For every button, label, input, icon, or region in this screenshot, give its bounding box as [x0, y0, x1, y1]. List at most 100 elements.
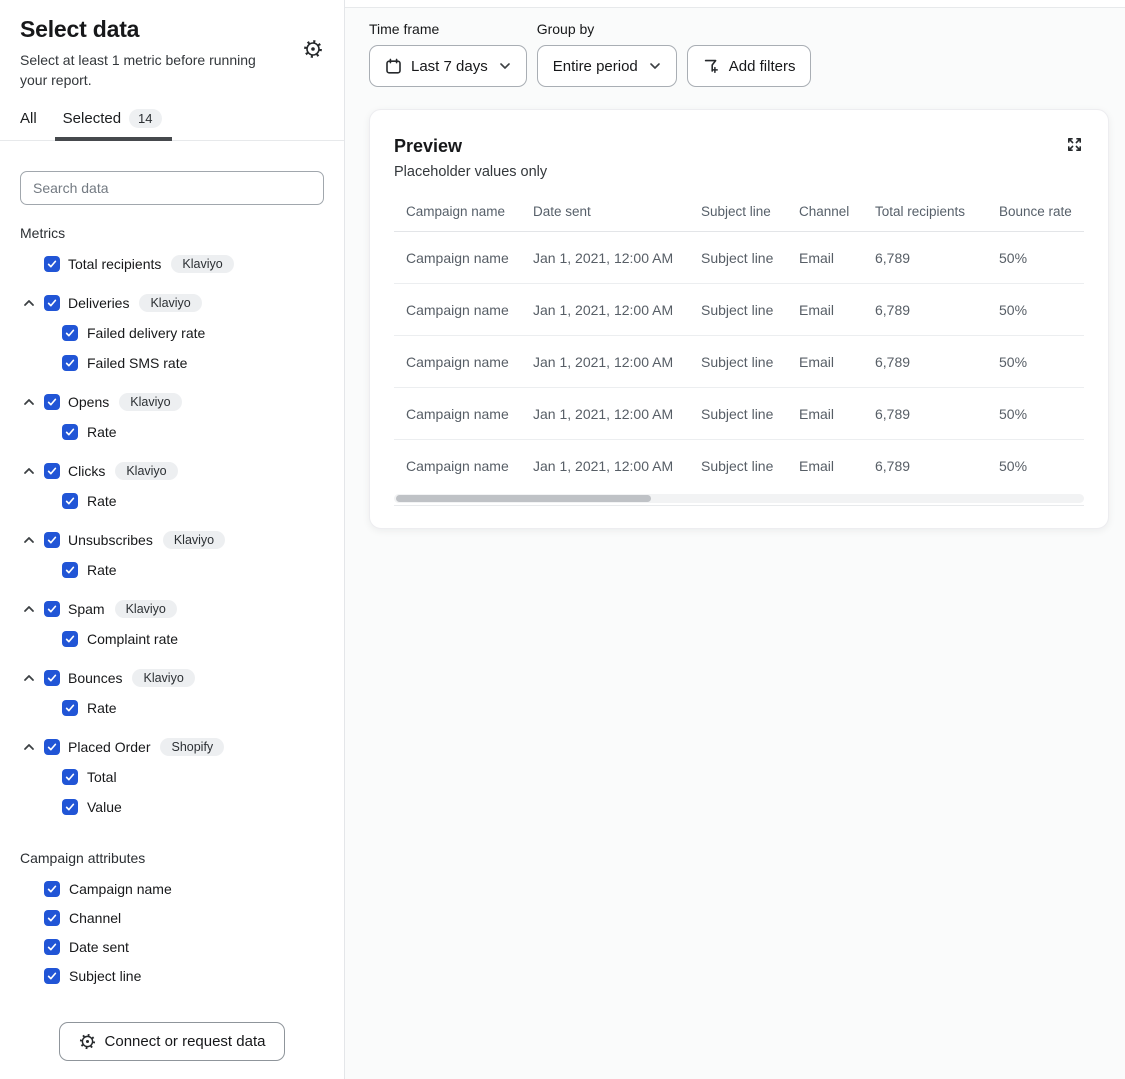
submetric-label[interactable]: Failed SMS rate: [87, 355, 187, 371]
metric-checkbox[interactable]: [44, 256, 60, 272]
metric-checkbox[interactable]: [44, 394, 60, 410]
table-cell: Campaign name: [406, 458, 533, 474]
submetric-label[interactable]: Value: [87, 799, 122, 815]
scrollbar-thumb[interactable]: [396, 495, 651, 502]
metric-group: Bounces Klaviyo Rate: [0, 663, 344, 723]
metric-label[interactable]: Unsubscribes: [68, 532, 153, 548]
attribute-label[interactable]: Date sent: [69, 939, 129, 955]
submetric-checkbox[interactable]: [62, 799, 78, 815]
report-main-area: Time frame Last 7 days Group by Entire: [345, 0, 1125, 1079]
expand-preview-button[interactable]: [1062, 132, 1086, 156]
metric-row: Opens Klaviyo: [0, 387, 344, 417]
metric-label[interactable]: Clicks: [68, 463, 105, 479]
connect-button-label: Connect or request data: [105, 1033, 266, 1050]
submetric-checkbox[interactable]: [62, 325, 78, 341]
time-frame-dropdown[interactable]: Last 7 days: [369, 45, 527, 87]
metric-checkbox[interactable]: [44, 601, 60, 617]
submetric-label[interactable]: Failed delivery rate: [87, 325, 205, 341]
add-filters-label: Add filters: [729, 58, 796, 75]
metric-label[interactable]: Bounces: [68, 670, 122, 686]
table-cell: Jan 1, 2021, 12:00 AM: [533, 250, 701, 266]
submetric-label[interactable]: Total: [87, 769, 117, 785]
table-bottom-divider: [394, 505, 1084, 506]
source-badge: Klaviyo: [115, 462, 177, 480]
attribute-checkbox[interactable]: [44, 939, 60, 955]
metric-label[interactable]: Placed Order: [68, 739, 150, 755]
submetric-checkbox[interactable]: [62, 631, 78, 647]
group-by-dropdown[interactable]: Entire period: [537, 45, 677, 87]
expand-icon: [1065, 135, 1084, 154]
table-body: Campaign nameJan 1, 2021, 12:00 AMSubjec…: [394, 232, 1084, 492]
metric-label[interactable]: Total recipients: [68, 256, 161, 272]
attribute-label[interactable]: Subject line: [69, 968, 141, 984]
source-badge: Klaviyo: [139, 294, 201, 312]
metric-group: Clicks Klaviyo Rate: [0, 456, 344, 516]
time-frame-value: Last 7 days: [411, 58, 488, 75]
preview-subtitle: Placeholder values only: [394, 164, 1084, 180]
attribute-checkbox[interactable]: [44, 910, 60, 926]
settings-button[interactable]: [302, 38, 324, 60]
column-header: Campaign name: [406, 204, 533, 219]
source-badge: Klaviyo: [163, 531, 225, 549]
table-cell: 50%: [999, 250, 1084, 266]
submetric-checkbox[interactable]: [62, 424, 78, 440]
collapse-chevron-icon[interactable]: [22, 671, 36, 685]
submetric-checkbox[interactable]: [62, 769, 78, 785]
metric-group: Deliveries Klaviyo Failed delivery rate …: [0, 288, 344, 378]
collapse-chevron-icon[interactable]: [22, 464, 36, 478]
metric-children: Rate: [0, 693, 344, 723]
search-input[interactable]: [20, 171, 324, 205]
metric-checkbox[interactable]: [44, 532, 60, 548]
metric-label[interactable]: Opens: [68, 394, 109, 410]
metric-label[interactable]: Deliveries: [68, 295, 129, 311]
metric-children: Rate: [0, 555, 344, 585]
table-cell: Jan 1, 2021, 12:00 AM: [533, 458, 701, 474]
metric-checkbox[interactable]: [44, 670, 60, 686]
submetric-label[interactable]: Complaint rate: [87, 631, 178, 647]
metric-checkbox[interactable]: [44, 463, 60, 479]
submetric-row: Failed SMS rate: [0, 348, 344, 378]
submetric-label[interactable]: Rate: [87, 700, 117, 716]
metrics-section-label: Metrics: [0, 225, 344, 241]
table-cell: Campaign name: [406, 250, 533, 266]
page-title: Select data: [20, 16, 324, 43]
table-cell: Subject line: [701, 406, 799, 422]
campaign-attributes-list: Campaign name Channel Date sent Subject …: [0, 874, 344, 990]
connect-or-request-data-button[interactable]: Connect or request data: [59, 1022, 286, 1061]
time-frame-label: Time frame: [369, 21, 527, 37]
attribute-checkbox[interactable]: [44, 968, 60, 984]
attribute-label[interactable]: Channel: [69, 910, 121, 926]
source-badge: Klaviyo: [171, 255, 233, 273]
column-header: Total recipients: [875, 204, 999, 219]
submetric-checkbox[interactable]: [62, 562, 78, 578]
submetric-label[interactable]: Rate: [87, 562, 117, 578]
collapse-chevron-icon[interactable]: [22, 533, 36, 547]
table-cell: 6,789: [875, 354, 999, 370]
submetric-label[interactable]: Rate: [87, 493, 117, 509]
metric-label[interactable]: Spam: [68, 601, 105, 617]
gear-icon: [79, 1033, 96, 1050]
attribute-row: Date sent: [0, 932, 344, 961]
tab-all[interactable]: All: [20, 109, 37, 141]
tab-selected[interactable]: Selected 14: [63, 109, 162, 141]
submetric-checkbox[interactable]: [62, 355, 78, 371]
attribute-checkbox[interactable]: [44, 881, 60, 897]
collapse-chevron-icon[interactable]: [22, 296, 36, 310]
table-cell: Email: [799, 354, 875, 370]
top-divider: [345, 0, 1125, 8]
submetric-checkbox[interactable]: [62, 493, 78, 509]
metric-row: Placed Order Shopify: [0, 732, 344, 762]
metric-checkbox[interactable]: [44, 739, 60, 755]
collapse-chevron-icon[interactable]: [22, 395, 36, 409]
collapse-chevron-icon[interactable]: [22, 740, 36, 754]
collapse-chevron-icon[interactable]: [22, 602, 36, 616]
add-filters-button[interactable]: Add filters: [687, 45, 812, 87]
metric-checkbox[interactable]: [44, 295, 60, 311]
submetric-label[interactable]: Rate: [87, 424, 117, 440]
submetric-checkbox[interactable]: [62, 700, 78, 716]
attribute-label[interactable]: Campaign name: [69, 881, 172, 897]
table-row: Campaign nameJan 1, 2021, 12:00 AMSubjec…: [394, 336, 1084, 388]
horizontal-scrollbar[interactable]: [394, 494, 1084, 503]
column-header: Date sent: [533, 204, 701, 219]
select-data-panel: Select data Select at least 1 metric bef…: [0, 0, 345, 1079]
